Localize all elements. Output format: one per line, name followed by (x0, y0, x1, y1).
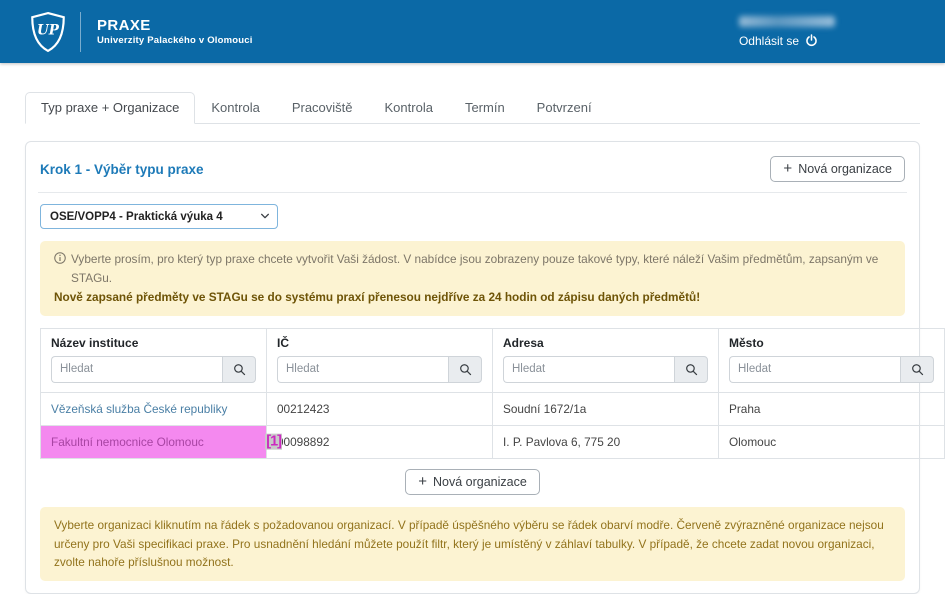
bottom-button-row: + Nová organizace (38, 469, 907, 495)
info-alert-bottom: Vyberte organizaci kliknutím na řádek s … (40, 507, 905, 582)
highlighted-cell: Fakultní nemocnice Olomouc [1] (41, 425, 267, 458)
logo-monogram: UP (37, 22, 60, 38)
logout-label: Odhlásit se (739, 34, 799, 48)
organization-ic: 00098892 (267, 425, 493, 458)
organization-city: Olomouc (719, 425, 945, 458)
practice-type-select[interactable]: OSE/VOPP4 - Praktická výuka 4 (40, 204, 278, 229)
column-header-nazev-instituce: Název instituce (41, 328, 267, 352)
search-icon (685, 363, 698, 376)
university-logo: UP (30, 11, 66, 53)
organization-name-link[interactable]: Vězeňská služba České republiky (51, 402, 227, 416)
table-header-row: Název instituce IČ Adresa Město Stav (41, 328, 945, 352)
search-icon (459, 363, 472, 376)
organization-ic: 00212423 (267, 392, 493, 425)
filter-address-search-button[interactable] (674, 356, 708, 383)
organization-name-link[interactable]: Fakultní nemocnice Olomouc (51, 435, 204, 449)
column-header-adresa: Adresa (493, 328, 719, 352)
table-row-fakultni-nemocnice[interactable]: Fakultní nemocnice Olomouc [1] 00098892 … (41, 425, 945, 458)
practice-type-select-wrap: OSE/VOPP4 - Praktická výuka 4 (40, 204, 278, 229)
header-user-area: Odhlásit se (739, 16, 818, 48)
filter-name-group (51, 356, 256, 383)
filter-city-search-button[interactable] (900, 356, 934, 383)
app-title: PRAXE (97, 17, 253, 36)
header-divider (80, 12, 81, 52)
new-organization-label: Nová organizace (798, 162, 892, 176)
annotation-mark-1: [1] (265, 433, 282, 450)
tab-pracoviste[interactable]: Pracoviště (276, 92, 369, 124)
app-title-block: PRAXE Univerzity Palackého v Olomouci (97, 17, 253, 47)
tab-kontrola-2[interactable]: Kontrola (369, 92, 449, 124)
new-organization-button-top[interactable]: + Nová organizace (770, 156, 905, 182)
step-title: Krok 1 - Výběr typu praxe (40, 162, 204, 177)
search-icon (911, 363, 924, 376)
user-name-redacted (739, 16, 835, 27)
organization-address: Soudní 1672/1a (493, 392, 719, 425)
logout-button[interactable]: Odhlásit se (739, 34, 818, 48)
shield-logo-icon: UP (30, 11, 66, 53)
new-organization-button-bottom[interactable]: + Nová organizace (405, 469, 540, 495)
info-alert-top: Vyberte prosím, pro který typ praxe chce… (40, 241, 905, 316)
app-header: UP PRAXE Univerzity Palackého v Olomouci… (0, 0, 945, 63)
new-organization-label: Nová organizace (433, 475, 527, 489)
search-icon (233, 363, 246, 376)
step-card: Krok 1 - Výběr typu praxe + Nová organiz… (25, 141, 920, 594)
tab-potvrzeni[interactable]: Potvrzení (521, 92, 608, 124)
info-alert-line1: Vyberte prosím, pro který typ praxe chce… (54, 250, 891, 288)
plus-icon: + (418, 474, 427, 489)
tab-kontrola-1[interactable]: Kontrola (195, 92, 275, 124)
filter-city-group (729, 356, 934, 383)
filter-address-input[interactable] (503, 356, 674, 383)
tab-termin[interactable]: Termín (449, 92, 521, 124)
filter-name-search-button[interactable] (222, 356, 256, 383)
organizations-table: Název instituce IČ Adresa Město Stav (40, 328, 945, 459)
info-icon (54, 252, 66, 264)
power-icon (805, 34, 818, 47)
filter-address-group (503, 356, 708, 383)
table-row-vezenska-sluzba[interactable]: Vězeňská služba České republiky 00212423… (41, 392, 945, 425)
info-alert-line2: Nově zapsané předměty ve STAGu se do sys… (54, 288, 891, 307)
table-filter-row (41, 352, 945, 393)
wizard-tabs: Typ praxe + Organizace Kontrola Pracoviš… (25, 92, 920, 124)
page-body: Typ praxe + Organizace Kontrola Pracoviš… (0, 92, 945, 594)
plus-icon: + (783, 161, 792, 176)
filter-city-input[interactable] (729, 356, 900, 383)
column-header-mesto: Město (719, 328, 945, 352)
filter-ic-group (277, 356, 482, 383)
filter-ic-input[interactable] (277, 356, 448, 383)
filter-ic-search-button[interactable] (448, 356, 482, 383)
app-subtitle: Univerzity Palackého v Olomouci (97, 35, 253, 46)
tab-typ-praxe-organizace[interactable]: Typ praxe + Organizace (25, 92, 195, 124)
column-header-ic: IČ (267, 328, 493, 352)
organization-address: I. P. Pavlova 6, 775 20 (493, 425, 719, 458)
organization-city: Praha (719, 392, 945, 425)
card-header: Krok 1 - Výběr typu praxe + Nová organiz… (38, 154, 907, 193)
info-alert-text: Vyberte prosím, pro který typ praxe chce… (71, 250, 891, 288)
filter-name-input[interactable] (51, 356, 222, 383)
